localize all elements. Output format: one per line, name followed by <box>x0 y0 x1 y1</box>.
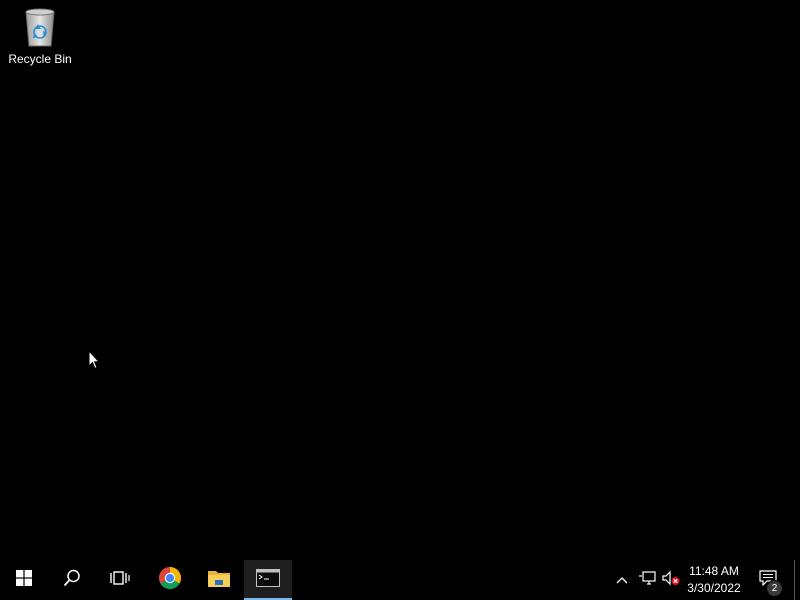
chevron-up-icon <box>616 571 628 589</box>
search-icon <box>63 569 81 592</box>
chrome-taskbar-button[interactable] <box>146 560 194 600</box>
network-icon <box>638 570 656 591</box>
network-tray-button[interactable] <box>636 560 658 600</box>
desktop-icon-label: Recycle Bin <box>8 52 72 66</box>
windows-logo-icon <box>16 569 32 591</box>
desktop[interactable]: Recycle Bin <box>0 0 800 560</box>
recycle-bin-icon <box>20 6 60 48</box>
show-hidden-icons-button[interactable] <box>612 560 632 600</box>
terminal-icon <box>256 568 280 592</box>
folder-icon <box>207 568 231 593</box>
desktop-icon-recycle-bin[interactable]: Recycle Bin <box>4 6 76 76</box>
notification-count-badge: 2 <box>766 580 783 597</box>
task-view-icon <box>110 570 130 591</box>
start-button[interactable] <box>0 560 48 600</box>
taskbar-clock[interactable]: 11:48 AM 3/30/2022 <box>684 562 744 598</box>
taskbar: 11:48 AM 3/30/2022 <box>0 560 800 600</box>
volume-tray-button[interactable] <box>660 560 682 600</box>
command-prompt-taskbar-button[interactable] <box>244 560 292 600</box>
mouse-pointer-icon <box>88 349 101 375</box>
show-desktop-button[interactable] <box>794 560 800 600</box>
clock-date: 3/30/2022 <box>687 581 741 595</box>
clock-time: 11:48 AM <box>689 564 739 578</box>
chrome-icon <box>158 566 182 595</box>
volume-muted-icon <box>661 570 681 591</box>
file-explorer-taskbar-button[interactable] <box>195 560 243 600</box>
task-view-button[interactable] <box>96 560 144 600</box>
search-button[interactable] <box>48 560 96 600</box>
